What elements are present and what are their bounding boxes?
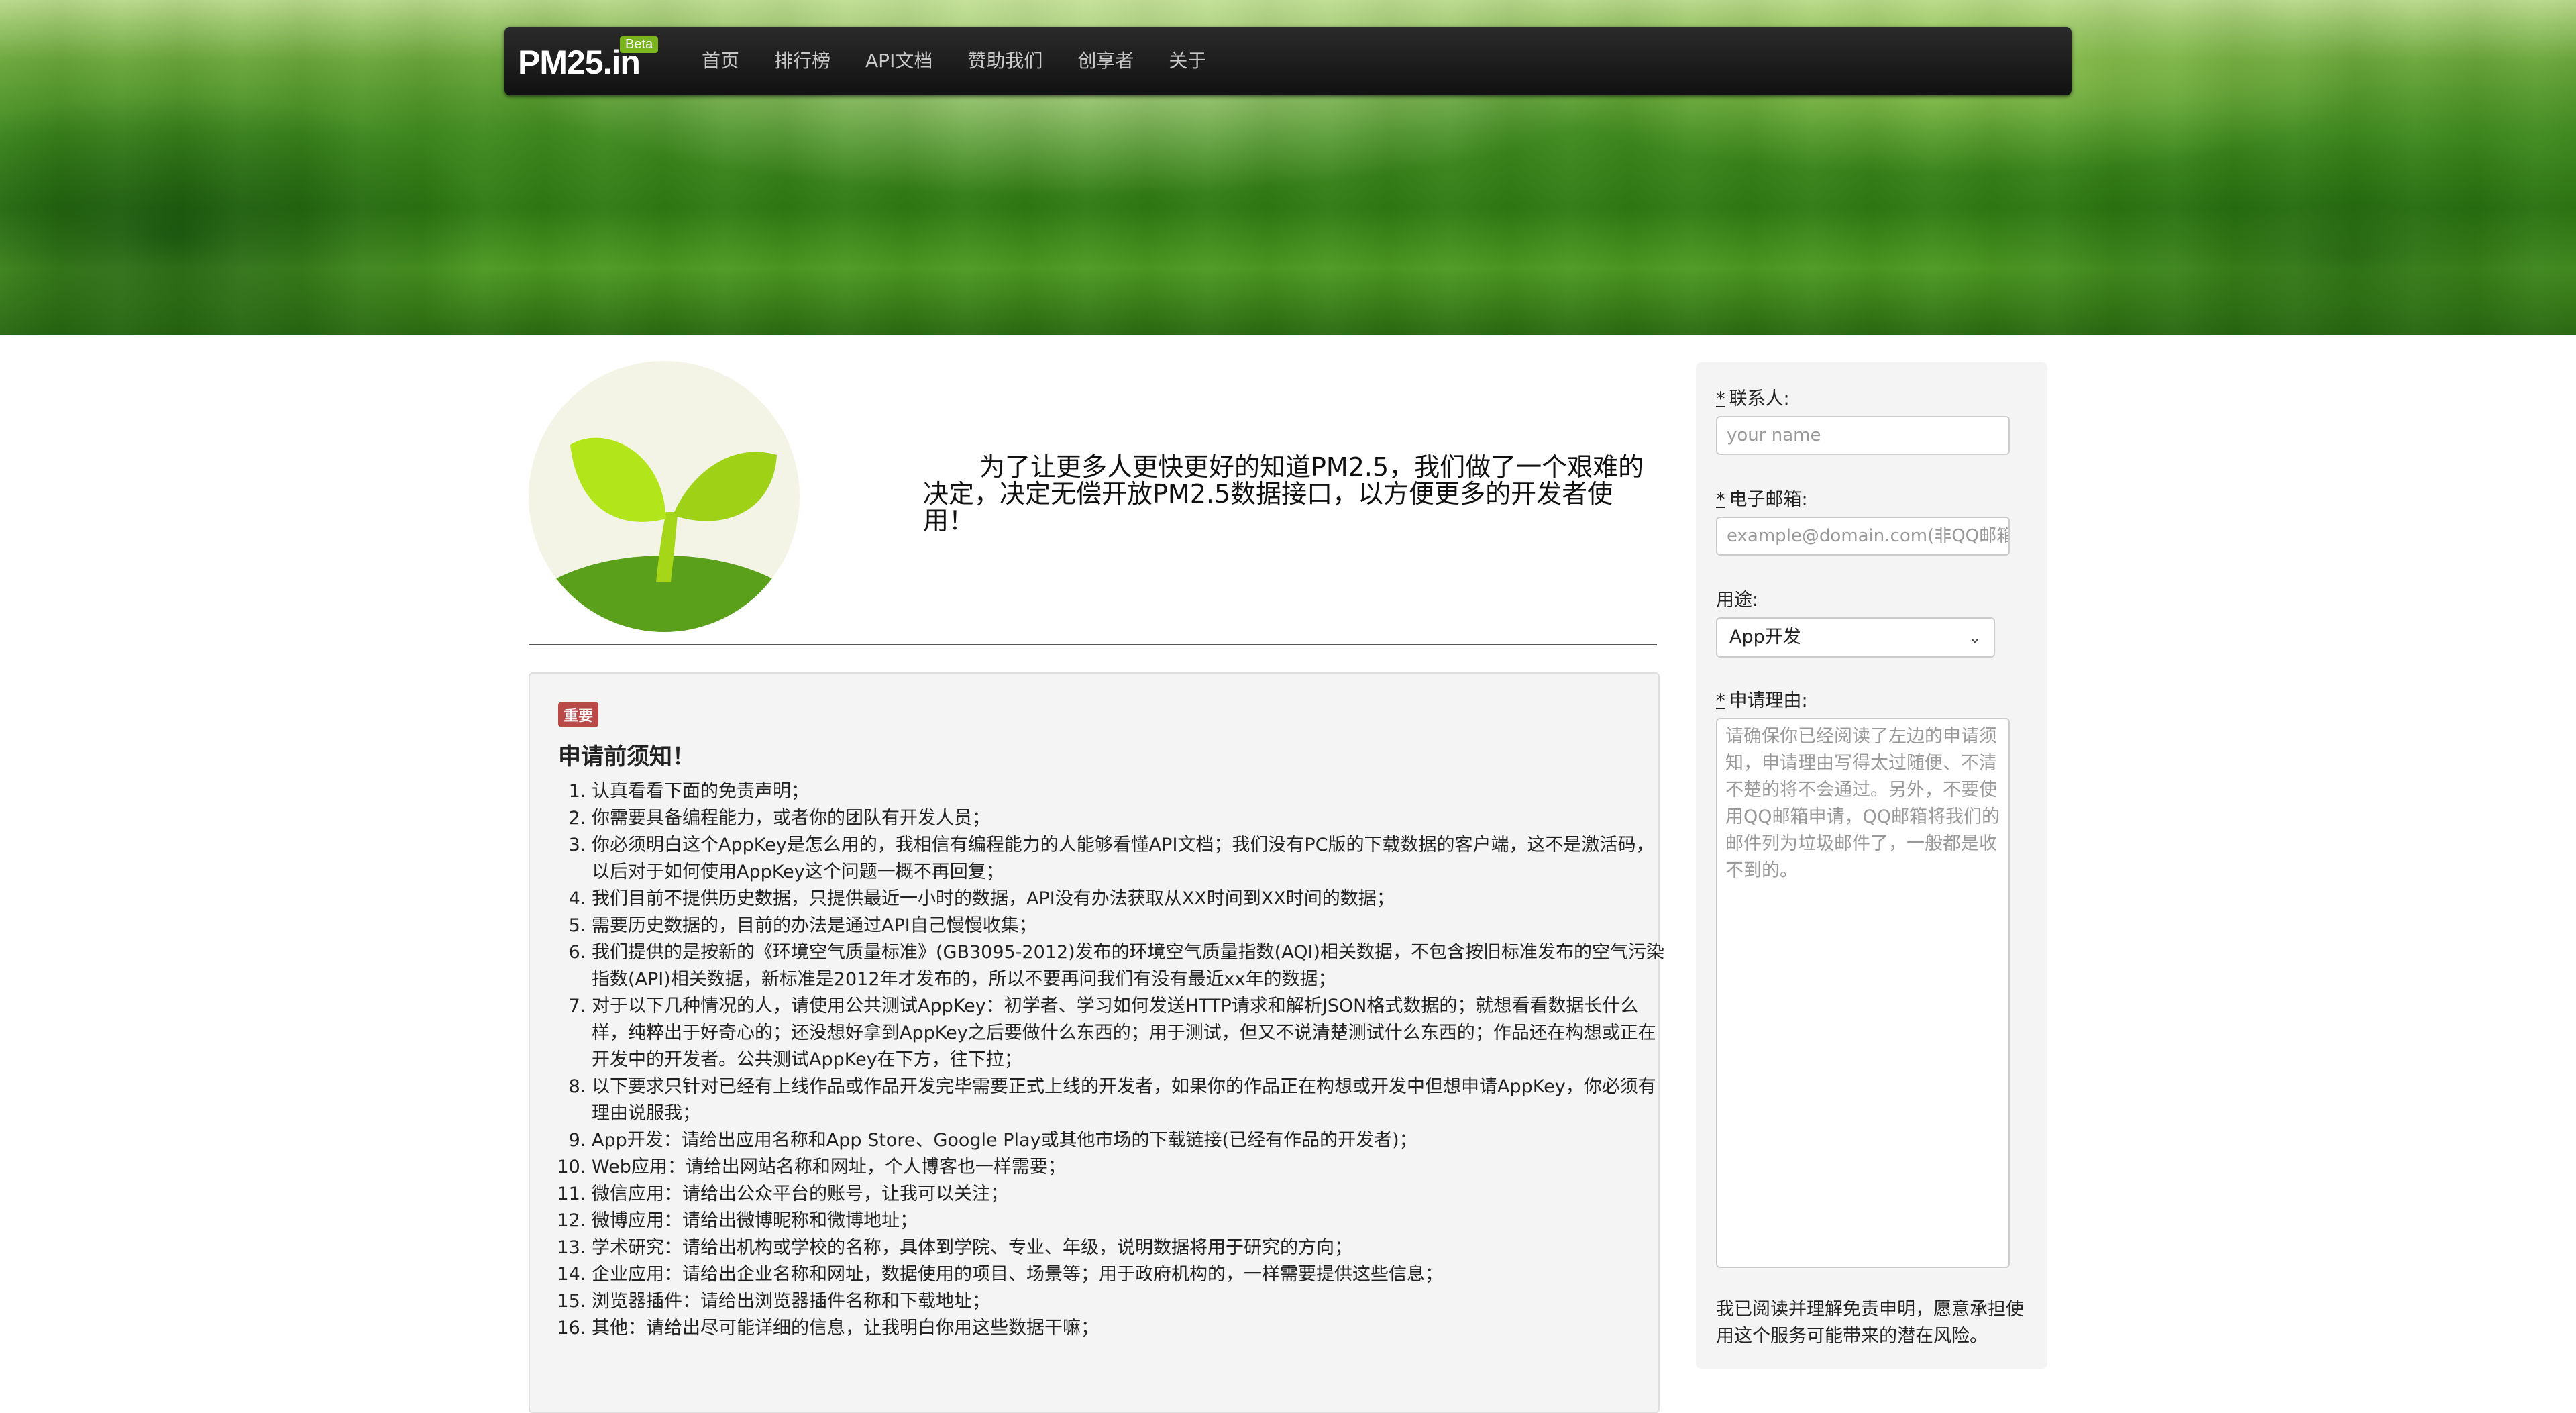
email-input[interactable]: example@domain.com(非QQ邮箱) <box>1716 517 2010 556</box>
list-item: 学术研究：请给出机构或学校的名称，具体到学院、专业、年级，说明数据将用于研究的方… <box>592 1235 1665 1261</box>
list-item: 需要历史数据的，目前的办法是通过API自己慢慢收集； <box>592 912 1665 939</box>
list-item: 以下要求只针对已经有上线作品或作品开发完毕需要正式上线的开发者，如果你的作品正在… <box>592 1074 1665 1127</box>
list-item: 我们目前不提供历史数据，只提供最近一小时的数据，API没有办法获取从XX时间到X… <box>592 886 1665 912</box>
list-item: 微博应用：请给出微博昵称和微博地址； <box>592 1208 1665 1235</box>
notice-list: 认真看看下面的免责声明； 你需要具备编程能力，或者你的团队有开发人员； 你必须明… <box>558 778 1665 1342</box>
email-label: * 电子邮箱: <box>1716 489 1808 510</box>
nav-item-creators[interactable]: 创享者 <box>1060 27 1151 95</box>
divider <box>529 644 1657 645</box>
list-item: 对于以下几种情况的人，请使用公共测试AppKey：初学者、学习如何发送HTTP请… <box>592 993 1665 1074</box>
required-mark: * <box>1716 690 1725 711</box>
nav-item-sponsor[interactable]: 赞助我们 <box>950 27 1060 95</box>
apply-form: * 联系人: your name * 电子邮箱: example@domain.co… <box>1696 362 2047 1369</box>
contact-name-input[interactable]: your name <box>1716 416 2010 455</box>
required-mark: * <box>1716 388 1725 409</box>
nav-item-home[interactable]: 首页 <box>694 27 757 95</box>
list-item: 浏览器插件：请给出浏览器插件名称和下载地址； <box>592 1288 1665 1315</box>
purpose-select[interactable]: App开发 ⌄ <box>1716 617 1995 658</box>
list-item: Web应用：请给出网站名称和网址，个人博客也一样需要； <box>592 1154 1665 1181</box>
sprout-logo-icon <box>529 361 800 632</box>
purpose-label: 用途: <box>1716 590 1759 611</box>
list-item: 你需要具备编程能力，或者你的团队有开发人员； <box>592 805 1665 832</box>
top-navbar: PM25.in Beta 首页 排行榜 API文档 赞助我们 创享者 关于 <box>504 27 2072 95</box>
important-badge: 重要 <box>558 702 599 727</box>
reason-textarea[interactable]: 请确保你已经阅读了左边的申请须知，申请理由写得太过随便、不清不楚的将不会通过。另… <box>1716 718 2010 1268</box>
list-item: 其他：请给出尽可能详细的信息，让我明白你用这些数据干嘛； <box>592 1315 1665 1342</box>
notice-title: 申请前须知！ <box>558 743 695 770</box>
list-item: 你必须明白这个AppKey是怎么用的，我相信有编程能力的人能够看懂API文档；我… <box>592 832 1665 886</box>
list-item: 企业应用：请给出企业名称和网址，数据使用的项目、场景等；用于政府机构的，一样需要… <box>592 1261 1665 1288</box>
nav-menu: 首页 排行榜 API文档 赞助我们 创享者 关于 <box>694 27 1224 95</box>
purpose-value: App开发 <box>1729 627 1801 647</box>
list-item: 微信应用：请给出公众平台的账号，让我可以关注； <box>592 1181 1665 1208</box>
contact-label: * 联系人: <box>1716 388 1790 409</box>
intro-text: 为了让更多人更快更好的知道PM2.5，我们做了一个艰难的决定，决定无偿开放PM2… <box>923 452 1644 535</box>
list-item: App开发：请给出应用名称和App Store、Google Play或其他市场… <box>592 1127 1665 1154</box>
agreement-text: 我已阅读并理解免责申明，愿意承担使用这个服务可能带来的潜在风险。 <box>1716 1299 2024 1347</box>
notice-panel: 重要 申请前须知！ 认真看看下面的免责声明； 你需要具备编程能力，或者你的团队有… <box>529 672 1664 1413</box>
intro-statement: 为了让更多人更快更好的知道PM2.5，我们做了一个艰难的决定，决定无偿开放PM2… <box>923 454 1648 534</box>
reason-label: * 申请理由: <box>1716 690 1808 711</box>
brand-logo[interactable]: PM25.in Beta <box>518 27 679 95</box>
nav-item-about[interactable]: 关于 <box>1151 27 1224 95</box>
beta-badge: Beta <box>620 36 659 53</box>
list-item: 我们提供的是按新的《环境空气质量标准》(GB3095-2012)发布的环境空气质… <box>592 939 1665 993</box>
nav-item-ranking[interactable]: 排行榜 <box>757 27 848 95</box>
required-mark: * <box>1716 489 1725 510</box>
nav-item-api-docs[interactable]: API文档 <box>848 27 950 95</box>
chevron-down-icon: ⌄ <box>1968 628 1982 647</box>
list-item: 认真看看下面的免责声明； <box>592 778 1665 805</box>
